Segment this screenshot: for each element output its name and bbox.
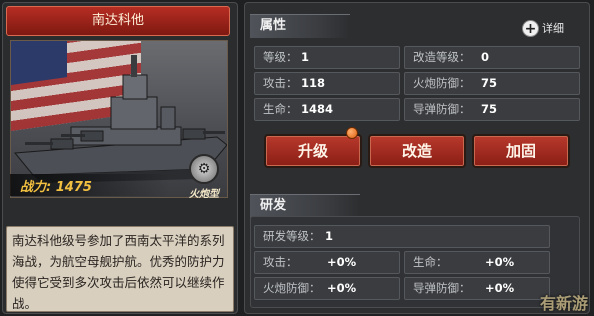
stat-label: 火炮防御： [413,76,471,90]
research-missile-defense: 导弹防御： +0% [404,277,550,300]
stat-hp: 生命： 1484 [254,98,400,121]
site-watermark: 有新游 [539,294,588,313]
zoom-in-icon: + [522,19,539,37]
stat-value: 1 [325,229,334,243]
research-hp: 生命： +0% [404,251,550,274]
stat-value: 1484 [301,102,334,116]
stat-gun-defense: 火炮防御： 75 [404,72,580,95]
stat-label: 导弹防御： [413,102,471,116]
ship-type-label: 火炮型 [189,189,219,200]
modify-button[interactable]: 改造 [368,134,466,168]
stat-level: 等级： 1 [254,46,400,69]
research-header: 研发 [250,194,360,218]
stat-missile-defense: 导弹防御： 75 [404,98,580,121]
stat-mod-level: 改造等级： 0 [404,46,580,69]
power-label: 战力: 1475 [20,180,92,195]
stat-attack: 攻击： 118 [254,72,400,95]
stat-label: 改造等级： [413,50,471,64]
research-attack: 攻击： +0% [254,251,400,274]
upgrade-button[interactable]: 升级 [264,134,362,168]
stat-value: 1 [301,50,310,64]
stat-label: 火炮防御： [263,281,321,295]
detail-button[interactable]: + 详细 [522,18,564,38]
stat-value: 0 [481,50,490,64]
ship-name: 南达科他 [6,6,230,36]
detail-label: 详细 [542,22,564,35]
stat-value: +0% [327,281,357,295]
stat-value: +0% [485,281,515,295]
stat-label: 攻击： [263,255,298,269]
research-level: 研发等级： 1 [254,225,550,248]
stat-value: 118 [301,76,326,90]
research-gun-defense: 火炮防御： +0% [254,277,400,300]
stat-value: +0% [485,255,515,269]
stat-label: 等级： [263,50,298,64]
attributes-header: 属性 [250,14,350,38]
stat-label: 生命： [413,255,448,269]
stat-label: 研发等级： [263,229,321,243]
ship-description: 南达科他级号参加了西南太平洋的系列海战，为航空母舰护航。优秀的防护力使得它受到多… [6,226,234,312]
stat-label: 导弹防御： [413,281,471,295]
stat-label: 攻击： [263,76,298,90]
gear-icon: ⚙ [189,154,219,184]
notification-dot [346,127,358,139]
stat-value: 75 [481,102,498,116]
reinforce-button[interactable]: 加固 [472,134,570,168]
stat-value: +0% [327,255,357,269]
stat-value: 75 [481,76,498,90]
ship-type-badge: ⚙ 火炮型 [182,154,226,200]
ship-description-text: 南达科他级号参加了西南太平洋的系列海战，为航空母舰护航。优秀的防护力使得它受到多… [12,233,225,311]
stat-label: 生命： [263,102,298,116]
